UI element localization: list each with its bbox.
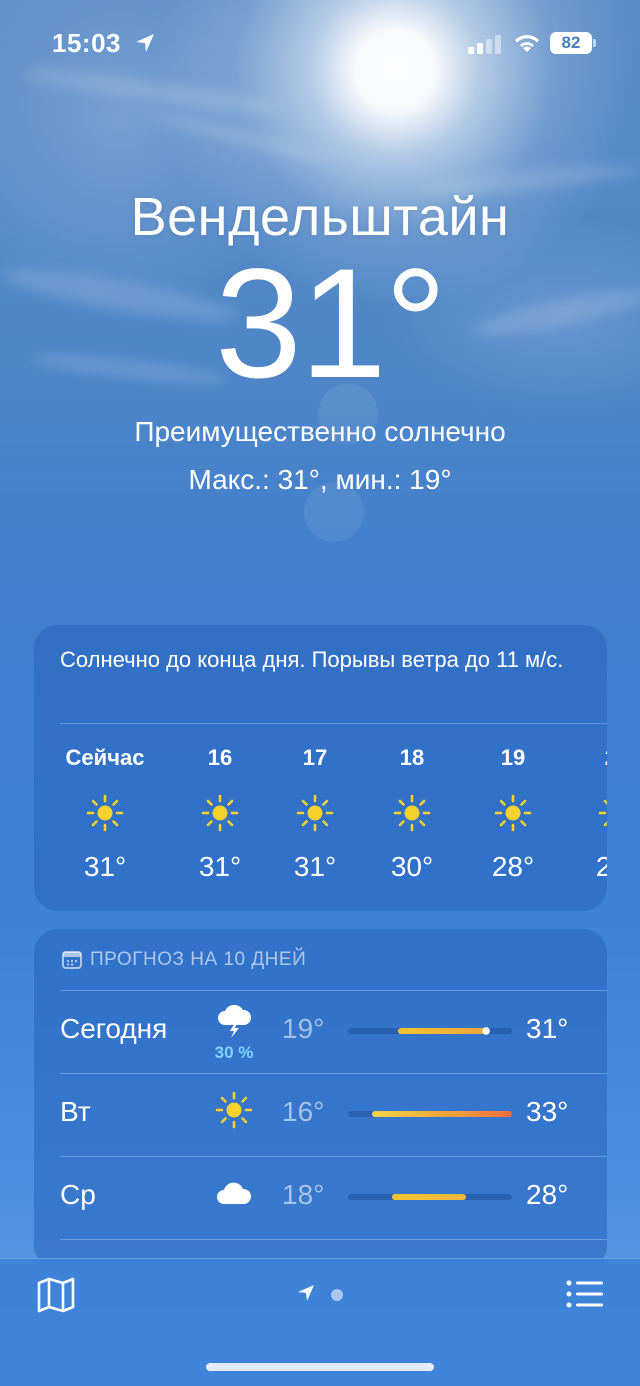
ten-day-forecast-card[interactable]: ПРОГНОЗ НА 10 ДНЕЙ Сегодня 30 % 19° 31° … [34, 929, 607, 1269]
hour-label: 18 [399, 745, 425, 770]
temp-range-fill [372, 1111, 512, 1117]
high-low-text: Макс.: 31°, мин.: 19° [188, 464, 452, 495]
wifi-icon [515, 35, 539, 52]
day-high: 28° [526, 1179, 569, 1210]
precipitation-chance: 30 % [214, 1043, 254, 1062]
battery-level: 82 [550, 32, 592, 54]
hour-item[interactable]: Сейчас 31° [60, 743, 150, 885]
hour-temp: 31° [83, 851, 127, 882]
hour-item[interactable]: 17 31° [270, 743, 360, 885]
bottom-toolbar [0, 1258, 640, 1386]
day-row-today[interactable]: Сегодня 30 % 19° 31° [34, 991, 607, 1073]
sun-icon [296, 794, 334, 832]
condition-text: Преимущественно солнечно [134, 416, 506, 447]
hour-label: Сейчас [65, 745, 145, 770]
daily-header-label: ПРОГНОЗ НА 10 ДНЕЙ [90, 949, 307, 970]
sun-icon [598, 794, 607, 832]
temp-range-bar [348, 1111, 512, 1117]
hour-label: 19 [500, 745, 526, 770]
daily-header: ПРОГНОЗ НА 10 ДНЕЙ [62, 947, 306, 973]
sun-icon [201, 794, 239, 832]
battery-icon: 82 [550, 32, 596, 54]
hour-temp: 25° [595, 851, 607, 882]
hour-temp: 30° [390, 851, 434, 882]
day-low: 18° [282, 1179, 325, 1210]
current-temp-dot [482, 1027, 490, 1035]
cloud-bolt-icon [218, 1004, 252, 1038]
hour-temp: 28° [491, 851, 535, 882]
status-time: 15:03 [52, 28, 121, 58]
day-low: 19° [282, 1013, 325, 1044]
divider [60, 1239, 607, 1240]
day-name: Сегодня [60, 1013, 168, 1044]
cloud-streak [141, 106, 339, 168]
hour-label: 20 [572, 743, 607, 773]
hour-label: 16 [207, 745, 233, 770]
cloud-icon [217, 1182, 252, 1204]
map-icon[interactable] [36, 1277, 76, 1313]
hour-item[interactable]: 19 28° [468, 743, 558, 885]
sun-icon [86, 794, 124, 832]
sun-icon [393, 794, 431, 832]
day-high: 31° [526, 1013, 569, 1044]
status-bar: 15:03 82 [0, 0, 640, 88]
sun-icon [215, 1091, 253, 1129]
hour-item[interactable]: 20 25° [572, 743, 607, 885]
hour-item[interactable]: 16 31° [175, 743, 265, 885]
day-row-tue[interactable]: Вт 16° 33° [34, 1074, 607, 1156]
sun-icon [494, 794, 532, 832]
temp-range-bar [348, 1194, 512, 1200]
temp-range-fill [398, 1028, 490, 1034]
hour-label: 17 [302, 745, 328, 770]
divider [60, 723, 607, 724]
calendar-icon [62, 951, 82, 969]
hour-temp: 31° [198, 851, 242, 882]
location-arrow-icon [136, 34, 154, 52]
day-row-wed[interactable]: Ср 18° 28° [34, 1157, 607, 1239]
page-indicator-dot[interactable] [331, 1289, 343, 1301]
day-name: Вт [60, 1096, 91, 1127]
current-temperature: 31° [215, 237, 447, 411]
hour-item[interactable]: 18 30° [367, 743, 457, 885]
day-name: Ср [60, 1179, 96, 1210]
home-indicator[interactable] [206, 1363, 434, 1371]
temp-range-bar [348, 1027, 512, 1035]
location-arrow-icon[interactable] [296, 1283, 316, 1303]
list-icon[interactable] [566, 1279, 604, 1309]
day-high: 33° [526, 1096, 569, 1127]
day-low: 16° [282, 1096, 325, 1127]
hourly-forecast-card[interactable]: Солнечно до конца дня. Порывы ветра до 1… [34, 625, 607, 911]
cellular-signal-icon [468, 35, 501, 54]
temp-range-fill [392, 1194, 466, 1200]
hour-temp: 31° [293, 851, 337, 882]
forecast-summary: Солнечно до конца дня. Порывы ветра до 1… [60, 647, 564, 672]
